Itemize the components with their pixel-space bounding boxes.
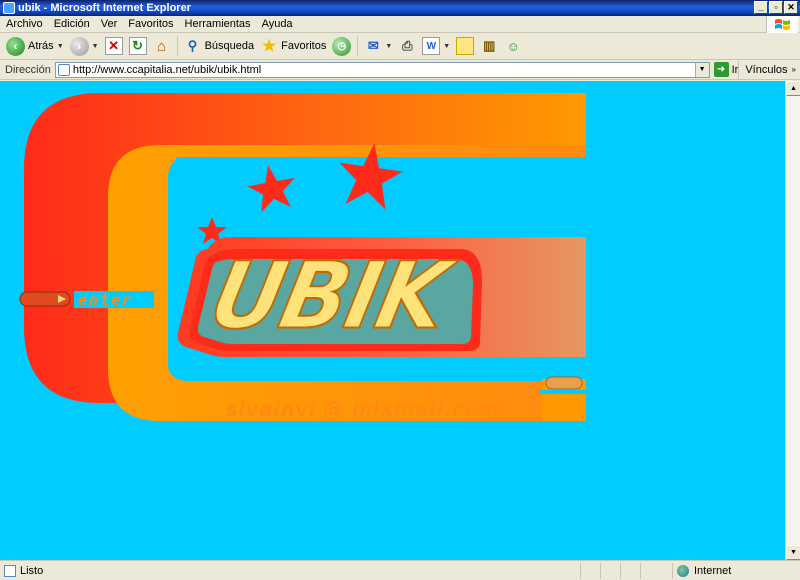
standard-toolbar: ‹ Atrás ▼ › ▼ ✕ ↻ ⌂ ⚲ Búsqueda ★ Favorit… xyxy=(0,33,800,60)
discuss-button[interactable] xyxy=(453,35,477,58)
back-button[interactable]: ‹ Atrás ▼ xyxy=(3,35,67,58)
links-chevron-icon: » xyxy=(791,65,796,74)
back-dropdown-icon[interactable]: ▼ xyxy=(57,43,64,50)
history-button[interactable]: ◷ xyxy=(329,35,354,58)
vertical-scrollbar[interactable]: ▲ ▼ xyxy=(785,81,800,560)
stop-icon: ✕ xyxy=(104,37,123,55)
messenger-button[interactable]: ☺ xyxy=(501,35,525,58)
printer-icon: ⎙ xyxy=(402,38,413,53)
back-label: Atrás xyxy=(28,40,54,52)
minimize-button[interactable]: _ xyxy=(754,1,768,14)
address-bar: Dirección http://www.ccapitalia.net/ubik… xyxy=(0,60,800,80)
scroll-down-icon[interactable]: ▼ xyxy=(786,545,800,560)
back-arrow-icon: ‹ xyxy=(6,36,25,56)
research-icon: ▥ xyxy=(483,38,496,53)
links-button[interactable]: Vínculos » xyxy=(738,60,800,79)
windows-flag-icon xyxy=(766,16,798,33)
enter-link[interactable]: enter xyxy=(78,291,133,309)
status-cell xyxy=(640,562,660,579)
research-button[interactable]: ▥ xyxy=(477,35,501,58)
security-zone: Internet xyxy=(672,562,800,579)
toolbar-separator xyxy=(176,36,178,56)
toolbar-separator xyxy=(357,36,359,56)
close-button[interactable]: ✕ xyxy=(784,1,798,14)
internet-globe-icon xyxy=(677,564,689,577)
forward-button[interactable]: › ▼ xyxy=(67,35,102,58)
print-button[interactable]: ⎙ xyxy=(395,35,419,58)
search-icon: ⚲ xyxy=(187,38,198,53)
search-button[interactable]: ⚲ Búsqueda xyxy=(181,35,258,58)
refresh-button[interactable]: ↻ xyxy=(126,35,150,58)
ie-app-icon[interactable] xyxy=(3,2,15,14)
logo-text: UBIK xyxy=(201,240,458,350)
window-title: ubik - Microsoft Internet Explorer xyxy=(18,2,191,14)
mail-icon: ✉ xyxy=(367,38,379,53)
forward-dropdown-icon[interactable]: ▼ xyxy=(92,43,99,50)
go-button[interactable]: ➜ Ir xyxy=(713,62,739,77)
favorites-star-icon: ★ xyxy=(261,38,277,55)
menu-archivo[interactable]: Archivo xyxy=(0,18,48,30)
status-page-icon xyxy=(4,564,16,577)
links-label: Vínculos xyxy=(745,63,788,76)
address-dropdown-icon[interactable]: ▼ xyxy=(694,62,709,77)
go-label: Ir xyxy=(731,63,739,76)
email-link[interactable]: sivainvi @ mixmail.com xyxy=(226,397,500,421)
mail-button[interactable]: ✉ ▼ xyxy=(361,35,395,58)
menu-bar: Archivo Edición Ver Favoritos Herramient… xyxy=(0,16,800,33)
address-input[interactable]: http://www.ccapitalia.net/ubik/ubik.html… xyxy=(54,61,710,78)
search-label: Búsqueda xyxy=(204,40,255,52)
maximize-button[interactable]: ▫ xyxy=(769,1,783,14)
word-edit-icon: W xyxy=(422,37,441,55)
menu-ver[interactable]: Ver xyxy=(95,18,123,30)
scroll-up-icon[interactable]: ▲ xyxy=(786,81,800,96)
menu-ayuda[interactable]: Ayuda xyxy=(256,18,298,30)
menu-edicion[interactable]: Edición xyxy=(48,18,95,30)
mail-dropdown-icon[interactable]: ▼ xyxy=(385,43,392,50)
favorites-label: Favoritos xyxy=(281,40,327,52)
menu-herramientas[interactable]: Herramientas xyxy=(179,18,256,30)
go-arrow-icon: ➜ xyxy=(713,62,729,77)
page-icon xyxy=(57,63,70,76)
status-bar: Listo Internet xyxy=(0,560,800,580)
status-cell xyxy=(600,562,620,579)
zone-label: Internet xyxy=(694,564,732,577)
status-cell xyxy=(580,562,600,579)
page-content: UBIK enter sivainvi @ mixmail.com xyxy=(0,81,785,560)
favorites-button[interactable]: ★ Favoritos xyxy=(257,35,329,58)
refresh-icon: ↻ xyxy=(128,37,147,55)
home-button[interactable]: ⌂ xyxy=(150,35,174,58)
messenger-icon: ☺ xyxy=(506,38,520,54)
address-url[interactable]: http://www.ccapitalia.net/ubik/ubik.html xyxy=(73,64,261,76)
history-icon: ◷ xyxy=(332,36,352,56)
home-icon: ⌂ xyxy=(157,37,167,55)
note-icon xyxy=(456,37,475,55)
forward-arrow-icon: › xyxy=(69,36,89,56)
stop-button[interactable]: ✕ xyxy=(102,35,126,58)
window-controls: _ ▫ ✕ xyxy=(754,1,798,14)
status-text: Listo xyxy=(20,564,44,577)
address-label: Dirección xyxy=(5,63,51,76)
menu-favoritos[interactable]: Favoritos xyxy=(122,18,178,30)
edit-button[interactable]: W ▼ xyxy=(419,35,453,58)
edit-dropdown-icon[interactable]: ▼ xyxy=(443,43,450,50)
title-bar: ubik - Microsoft Internet Explorer _ ▫ ✕ xyxy=(0,0,800,16)
status-cell xyxy=(620,562,640,579)
